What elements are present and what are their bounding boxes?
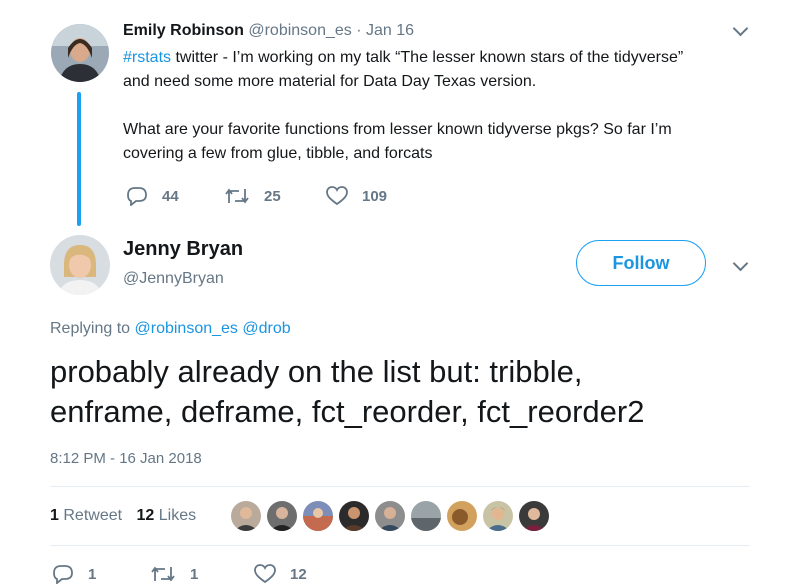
parent-like-button[interactable]: 109 [326, 186, 387, 206]
main-like-count: 12 [290, 565, 307, 583]
header-separator: · [356, 22, 362, 39]
likes-stat[interactable]: 12 Likes [137, 507, 197, 524]
parent-tweet-text: #rstats twitter - I’m working on my talk… [123, 46, 683, 166]
reply-icon [127, 187, 147, 206]
reply-icon [53, 565, 73, 584]
liker-avatar[interactable] [411, 501, 441, 531]
likes-number: 12 [136, 507, 155, 524]
parent-text-line2: and need some more material for Data Day… [123, 73, 537, 90]
stats-bottom-divider [50, 545, 750, 546]
parent-retweet-button[interactable]: 25 [224, 186, 281, 206]
heart-icon [254, 564, 276, 584]
parent-reply-button[interactable]: 44 [126, 186, 179, 206]
liker-avatar[interactable] [231, 501, 261, 531]
liker-avatar[interactable] [447, 501, 477, 531]
liker-avatar[interactable] [519, 501, 549, 531]
retweets-number: 1 [50, 507, 59, 524]
replying-to-line: Replying to @robinson_es @drob [50, 320, 291, 338]
retweets-label: Retweet [63, 507, 123, 524]
parent-reply-count: 44 [162, 187, 179, 205]
parent-retweet-count: 25 [264, 187, 281, 205]
liker-avatar[interactable] [303, 501, 333, 531]
retweet-icon [151, 566, 175, 582]
parent-like-count: 109 [362, 187, 388, 205]
reply-to-mention-1[interactable]: @robinson_es [135, 320, 238, 337]
emily-avatar[interactable] [51, 24, 109, 82]
engagement-stats: 1 Retweet 12 Likes [50, 507, 196, 525]
thread-connector [77, 92, 81, 226]
main-more-chevron-icon[interactable] [732, 255, 749, 272]
stats-top-divider [50, 486, 750, 487]
reply-to-mention-2[interactable]: @drob [242, 320, 290, 337]
liker-avatar[interactable] [339, 501, 369, 531]
hashtag-link[interactable]: #rstats [123, 49, 171, 66]
main-retweet-count: 1 [190, 565, 199, 583]
main-reply-button[interactable]: 1 [52, 564, 96, 584]
parent-date[interactable]: Jan 16 [366, 22, 414, 39]
main-author-handle[interactable]: @JennyBryan [123, 270, 224, 288]
parent-text-line3: What are your favorite functions from le… [123, 121, 672, 138]
main-retweet-button[interactable]: 1 [150, 564, 198, 584]
retweets-stat[interactable]: 1 Retweet [50, 507, 127, 524]
parent-author-name[interactable]: Emily Robinson [123, 22, 244, 39]
replying-prefix: Replying to [50, 320, 135, 337]
likes-label: Likes [158, 507, 197, 524]
liker-avatar[interactable] [267, 501, 297, 531]
heart-icon [326, 186, 348, 206]
main-like-button[interactable]: 12 [254, 564, 307, 584]
main-tweet-text: probably already on the list but: tribbl… [50, 352, 644, 432]
jenny-avatar[interactable] [50, 235, 110, 295]
retweet-icon [225, 188, 249, 204]
parent-tweet-header: Emily Robinson @robinson_es · Jan 16 [123, 22, 414, 40]
parent-text-line1: twitter - I’m working on my talk “The le… [171, 49, 684, 66]
main-author-name[interactable]: Jenny Bryan [123, 238, 243, 261]
tweet-timestamp[interactable]: 8:12 PM - 16 Jan 2018 [50, 450, 202, 467]
liker-avatar[interactable] [375, 501, 405, 531]
follow-button[interactable]: Follow [576, 240, 706, 286]
main-text-line1: probably already on the list but: tribbl… [50, 354, 583, 389]
parent-author-handle[interactable]: @robinson_es [248, 22, 351, 39]
parent-text-line4: covering a few from glue, tibble, and fo… [123, 145, 433, 162]
liker-avatar[interactable] [483, 501, 513, 531]
main-text-line2: enframe, deframe, fct_reorder, fct_reord… [50, 394, 645, 429]
parent-more-chevron-icon[interactable] [732, 20, 749, 37]
main-reply-count: 1 [88, 565, 97, 583]
